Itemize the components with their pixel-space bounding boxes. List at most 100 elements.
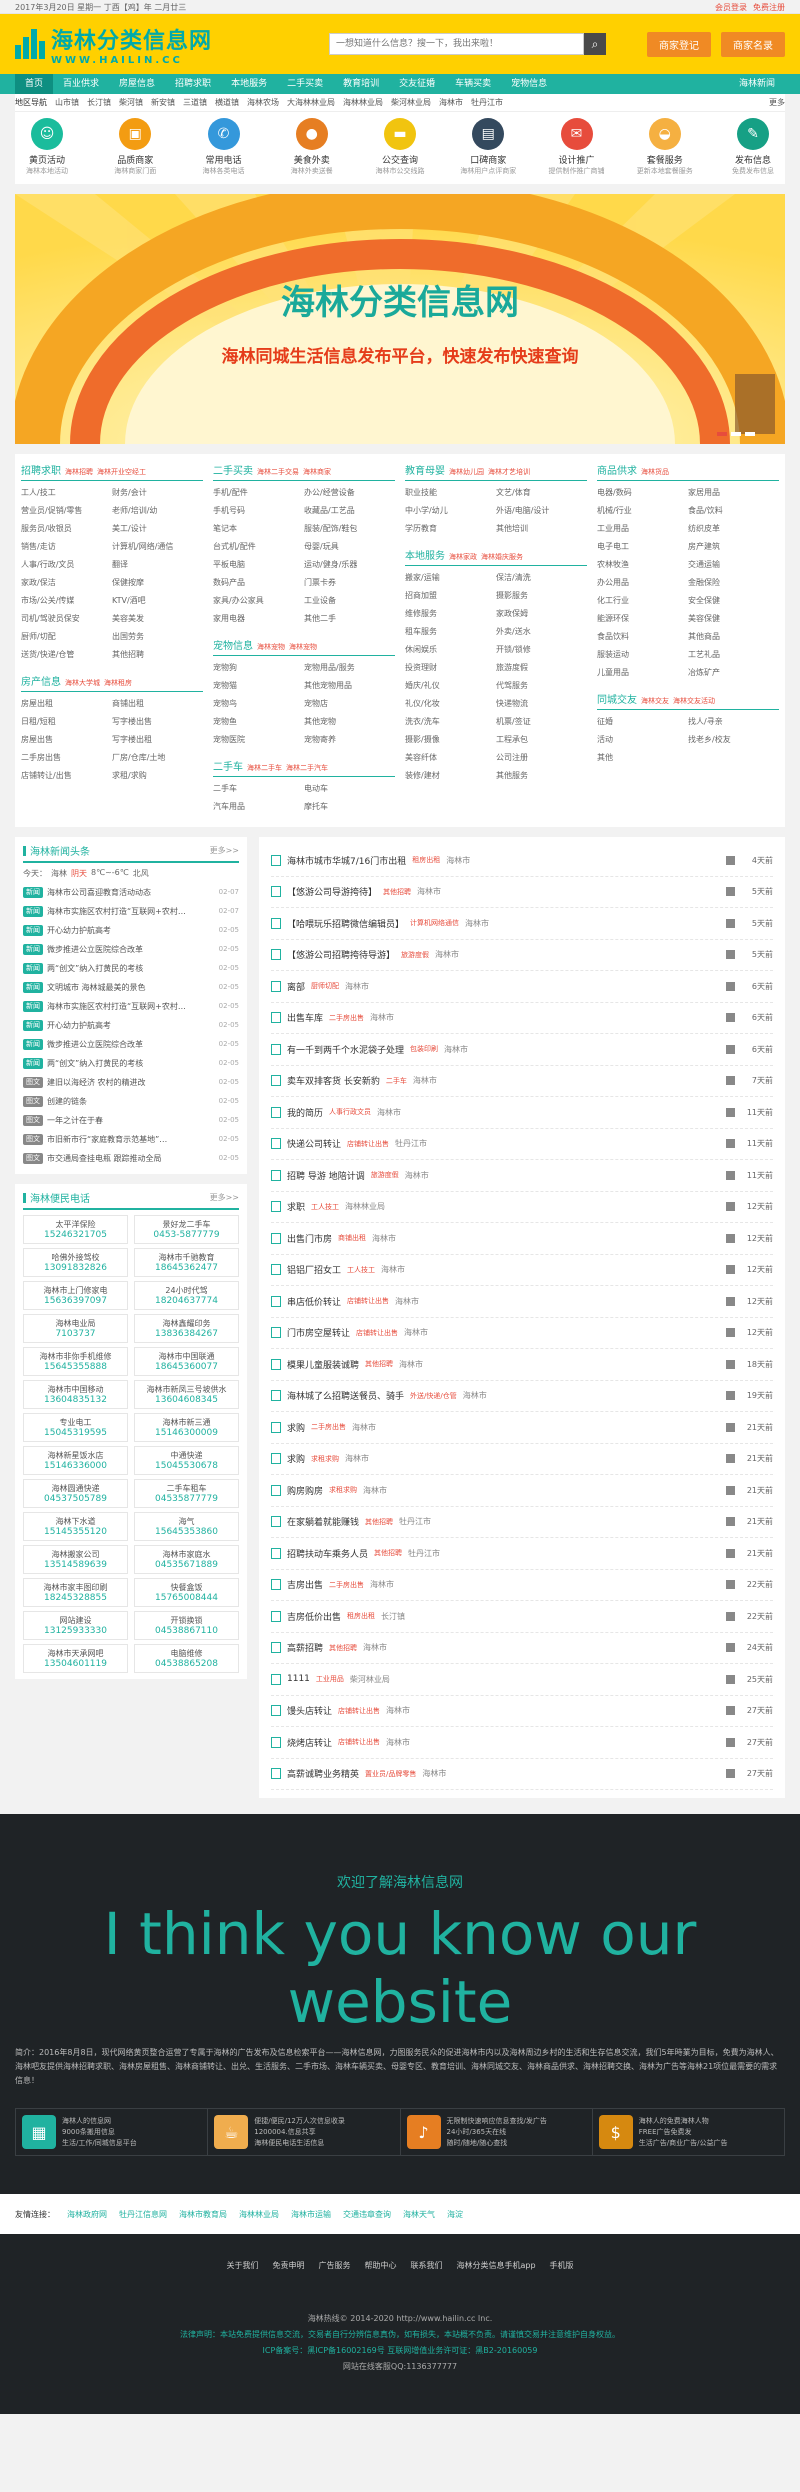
banner-pager[interactable] — [717, 432, 755, 436]
listing-category[interactable]: 置业员/品牌零售 — [365, 1769, 416, 1779]
footer-menu-link[interactable]: 海林分类信息手机app — [456, 2260, 535, 2271]
nav-item-3[interactable]: 招聘求职 — [165, 74, 221, 94]
category-link[interactable]: 宠物寄养 — [304, 731, 395, 749]
category-link[interactable]: KTV/酒吧 — [112, 592, 203, 610]
category-link[interactable]: 商铺出租 — [112, 695, 203, 713]
listing-row[interactable]: 吉房低价出售 租房出租 长汀镇 22天前 — [271, 1601, 773, 1633]
listing-row[interactable]: 【悠游公司招聘挎待导游】 旅游度假 海林市 5天前 — [271, 940, 773, 971]
news-item[interactable]: 新闻 微步推进公立医院综合改革 02-05 — [23, 1035, 239, 1054]
category-link[interactable]: 宠物鸟 — [213, 695, 304, 713]
listing-row[interactable]: 模果儿童服装诚聘 其他招聘 海林市 18天前 — [271, 1349, 773, 1381]
category-link[interactable]: 其他商品 — [688, 628, 779, 646]
category-title[interactable]: 同城交友 海林交友 海林交友活动 — [597, 688, 779, 710]
category-link[interactable]: 笔记本 — [213, 520, 304, 538]
category-link[interactable]: 其他宠物 — [304, 713, 395, 731]
listing-title[interactable]: 高薪诚聘业务精英 — [287, 1767, 359, 1780]
category-link[interactable]: 其他宠物用品 — [304, 677, 395, 695]
news-headline[interactable]: 市旧新市行“家庭教育示范基地”… — [47, 1130, 219, 1149]
phone-card[interactable]: 海气 15645353860 — [134, 1512, 239, 1541]
phone-card[interactable]: 景好龙二手车 0453-5877779 — [134, 1215, 239, 1244]
phone-card[interactable]: 海林新星饭水店 15146336000 — [23, 1446, 128, 1475]
listing-title[interactable]: 海林城了么招聘送餐员、骑手 — [287, 1389, 404, 1402]
category-link[interactable]: 服装运动 — [597, 646, 688, 664]
category-link[interactable]: 计算机/网络/通信 — [112, 538, 203, 556]
listing-row[interactable]: 出售车库 二手房出售 海林市 6天前 — [271, 1003, 773, 1034]
category-link[interactable]: 搬家/运输 — [405, 569, 496, 587]
listing-category[interactable]: 旅游度假 — [371, 1170, 399, 1180]
phone-card[interactable]: 海林市中国移动 13604835132 — [23, 1380, 128, 1409]
friend-link[interactable]: 牡丹江信息网 — [119, 2209, 167, 2220]
category-link[interactable]: 婚庆/礼仪 — [405, 677, 496, 695]
category-link[interactable]: 冶炼矿产 — [688, 664, 779, 682]
category-tag[interactable]: 海林货品 — [641, 467, 669, 477]
category-link[interactable]: 其他服务 — [496, 767, 587, 785]
listing-category[interactable]: 商铺出租 — [338, 1233, 366, 1243]
listing-row[interactable]: 吉房出售 二手房出售 海林市 22天前 — [271, 1570, 773, 1601]
phone-card[interactable]: 24小时代驾 18204637774 — [134, 1281, 239, 1310]
listing-category[interactable]: 租房出租 — [412, 855, 440, 865]
news-headline[interactable]: 市交通局查挂电瓶 跟踪推动全局 — [47, 1149, 219, 1168]
listing-row[interactable]: 海林市城市华城7/16门市出租 租房出租 海林市 4天前 — [271, 845, 773, 877]
listing-title[interactable]: 模果儿童服装诚聘 — [287, 1358, 359, 1371]
category-link[interactable]: 摩托车 — [304, 798, 395, 816]
category-link[interactable]: 美工/设计 — [112, 520, 203, 538]
nav-item-6[interactable]: 教育培训 — [333, 74, 389, 94]
listing-title[interactable]: 吉房出售 — [287, 1578, 323, 1591]
listing-category[interactable]: 外送/快递/仓管 — [410, 1391, 457, 1401]
phone-card[interactable]: 海林市家庭水 04535671889 — [134, 1545, 239, 1574]
listing-category[interactable]: 包装印刷 — [410, 1044, 438, 1054]
category-link[interactable]: 电动车 — [304, 780, 395, 798]
phone-card[interactable]: 海林市新三通 15146300009 — [134, 1413, 239, 1442]
listing-category[interactable]: 其他招聘 — [374, 1548, 402, 1558]
listing-row[interactable]: 出售门市房 商铺出租 海林市 12天前 — [271, 1223, 773, 1255]
category-link[interactable]: 宠物狗 — [213, 659, 304, 677]
category-link[interactable]: 宠物鱼 — [213, 713, 304, 731]
nav-item-1[interactable]: 百业供求 — [53, 74, 109, 94]
phone-card[interactable]: 海林电业局 7103737 — [23, 1314, 128, 1343]
nav-item-7[interactable]: 交友征婚 — [389, 74, 445, 94]
category-link[interactable]: 快递物流 — [496, 695, 587, 713]
category-link[interactable]: 代驾服务 — [496, 677, 587, 695]
area-link-9[interactable]: 柴河林业局 — [391, 97, 431, 108]
category-tag[interactable]: 海林二手车 — [247, 763, 282, 773]
category-tag[interactable]: 海林幼儿园 — [449, 467, 484, 477]
category-link[interactable]: 中小学/幼儿 — [405, 502, 496, 520]
category-link[interactable]: 房屋出租 — [21, 695, 112, 713]
category-tag[interactable]: 海林二手汽车 — [286, 763, 328, 773]
listing-category[interactable]: 店铺转让出售 — [347, 1139, 389, 1149]
category-link[interactable]: 安全保健 — [688, 592, 779, 610]
listing-row[interactable]: 求购 二手房出售 海林市 21天前 — [271, 1412, 773, 1444]
listing-category[interactable]: 求租求购 — [329, 1485, 357, 1495]
area-link-6[interactable]: 海林农场 — [247, 97, 279, 108]
category-link[interactable]: 家居用品 — [688, 484, 779, 502]
category-link[interactable]: 工业用品 — [597, 520, 688, 538]
listing-row[interactable]: 铝铝厂招女工 工人技工 海林市 12天前 — [271, 1255, 773, 1286]
category-link[interactable]: 服装/配饰/鞋包 — [304, 520, 395, 538]
phone-card[interactable]: 海林鑫耀印务 13836384267 — [134, 1314, 239, 1343]
category-link[interactable]: 学历教育 — [405, 520, 496, 538]
listing-category[interactable]: 计算机网络通信 — [410, 918, 459, 928]
footer-menu-link[interactable]: 联系我们 — [410, 2260, 442, 2271]
listing-category[interactable]: 其他招聘 — [365, 1517, 393, 1527]
category-link[interactable]: 收藏品/工艺品 — [304, 502, 395, 520]
area-link-5[interactable]: 横道镇 — [215, 97, 239, 108]
listing-category[interactable]: 厨师切配 — [311, 981, 339, 991]
category-tag[interactable]: 海林开业空经工 — [97, 467, 146, 477]
category-link[interactable]: 数码产品 — [213, 574, 304, 592]
category-link[interactable]: 工艺礼品 — [688, 646, 779, 664]
phone-card[interactable]: 海林搬家公司 13514589639 — [23, 1545, 128, 1574]
listing-title[interactable]: 在家躺着就能赚钱 — [287, 1515, 359, 1528]
category-link[interactable]: 手机/配件 — [213, 484, 304, 502]
listing-row[interactable]: 馒头店转让 店铺转让出售 海林市 27天前 — [271, 1696, 773, 1727]
category-link[interactable]: 宠物医院 — [213, 731, 304, 749]
listing-category[interactable]: 二手房出售 — [311, 1422, 346, 1432]
category-link[interactable]: 旅游度假 — [496, 659, 587, 677]
category-link[interactable]: 宠物用品/服务 — [304, 659, 395, 677]
category-link[interactable]: 机票/签证 — [496, 713, 587, 731]
listing-row[interactable]: 在家躺着就能赚钱 其他招聘 牡丹江市 21天前 — [271, 1507, 773, 1538]
listing-category[interactable]: 求租求购 — [311, 1454, 339, 1464]
category-title[interactable]: 宠物信息 海林宠物 海林宠物 — [213, 634, 395, 656]
category-link[interactable]: 家具/办公家具 — [213, 592, 304, 610]
listing-title[interactable]: 海林市城市华城7/16门市出租 — [287, 854, 406, 867]
area-more-link[interactable]: 更多 — [769, 97, 785, 108]
